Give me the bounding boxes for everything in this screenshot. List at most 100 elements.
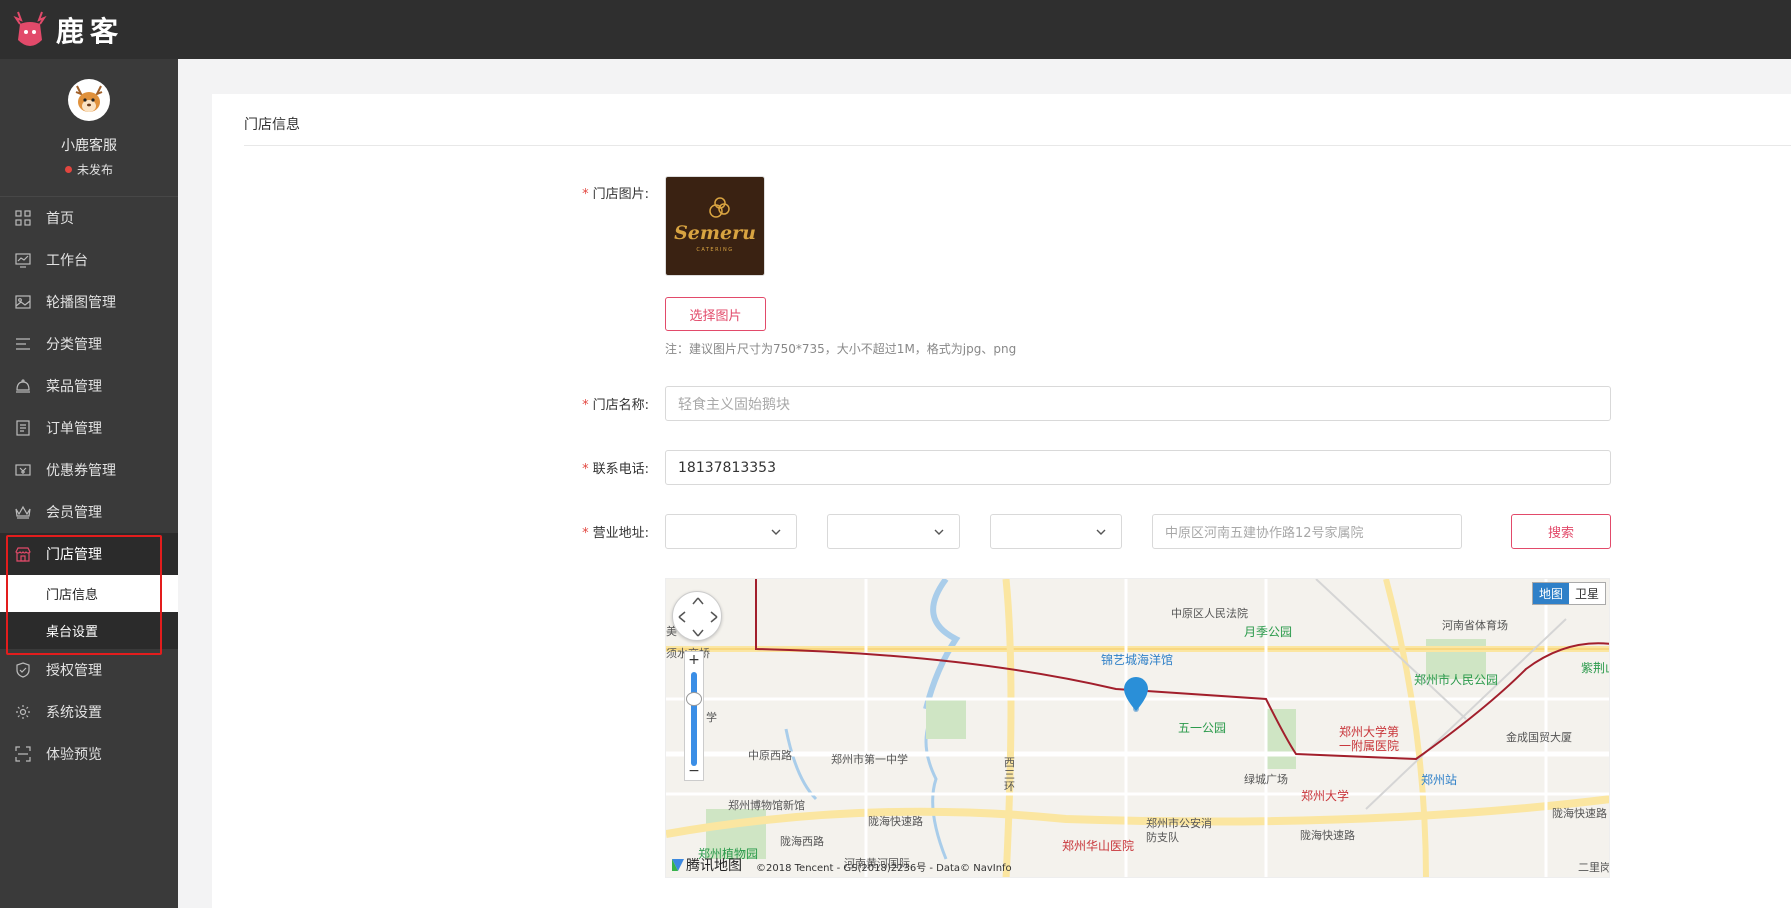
monitor-chart-icon bbox=[14, 251, 32, 269]
page-title: 门店信息 bbox=[244, 117, 300, 133]
menu-item-carousel[interactable]: 轮播图管理 bbox=[0, 281, 178, 323]
required-mark: * bbox=[582, 398, 589, 413]
menu-item-label: 系统设置 bbox=[46, 705, 102, 721]
district-select[interactable] bbox=[990, 514, 1122, 549]
phone-input[interactable]: 18137813353 bbox=[665, 450, 1611, 485]
map-label: 郑州市人民公园 bbox=[1414, 673, 1499, 687]
required-mark: * bbox=[582, 462, 589, 477]
image-icon bbox=[14, 293, 32, 311]
city-select[interactable] bbox=[827, 514, 960, 549]
name-label: * 门店名称: bbox=[529, 394, 649, 413]
zoom-in-icon[interactable]: + bbox=[685, 652, 703, 668]
map-zoom-control[interactable]: + − bbox=[684, 651, 704, 781]
menu-item-workbench[interactable]: 工作台 bbox=[0, 239, 178, 281]
publish-status: 未发布 bbox=[64, 161, 113, 178]
map-label: 金成国贸大厦 bbox=[1506, 731, 1572, 744]
choose-image-button[interactable]: 选择图片 bbox=[665, 297, 766, 331]
map-label: 陇海西路 bbox=[780, 835, 824, 848]
menu-item-orders[interactable]: 订单管理 bbox=[0, 407, 178, 449]
required-mark: * bbox=[582, 187, 589, 202]
main-panel: 门店信息 * 门店图片: Semeru CATERING 选择图片 注：建议图片尺… bbox=[212, 94, 1791, 908]
menu-item-label: 订单管理 bbox=[46, 421, 102, 437]
gear-icon bbox=[14, 703, 32, 721]
map-label: 学 bbox=[706, 711, 717, 724]
menu-item-label: 会员管理 bbox=[46, 505, 102, 521]
map-view[interactable]: 中原区人民法院 月季公园 河南省体育场 锦艺城海洋馆 郑州市人民公园 紫荆山 须… bbox=[665, 578, 1610, 878]
submenu-item-store-info[interactable]: 门店信息 bbox=[0, 575, 178, 612]
status-dot-icon bbox=[64, 166, 72, 173]
zoom-slider-handle[interactable] bbox=[686, 692, 702, 706]
list-icon bbox=[14, 335, 32, 353]
zoom-track bbox=[691, 672, 697, 766]
map-pan-control[interactable] bbox=[672, 591, 722, 641]
menu-item-authorization[interactable]: 授权管理 bbox=[0, 649, 178, 691]
store-icon bbox=[14, 545, 32, 563]
address-label-text: 营业地址: bbox=[592, 526, 649, 541]
main-menu-lower: 授权管理 系统设置 体验预览 bbox=[0, 649, 178, 775]
map-label: 郑州华山医院 bbox=[1062, 839, 1135, 853]
menu-item-coupons[interactable]: 优惠券管理 bbox=[0, 449, 178, 491]
map-type-map[interactable]: 地图 bbox=[1532, 583, 1569, 604]
map-label: 五一公园 bbox=[1178, 721, 1227, 735]
publish-status-text: 未发布 bbox=[76, 163, 113, 177]
map-type-satellite[interactable]: 卫星 bbox=[1569, 583, 1605, 604]
submenu-item-table-settings[interactable]: 桌台设置 bbox=[0, 612, 178, 649]
menu-item-store[interactable]: 门店管理 bbox=[0, 533, 178, 575]
main-menu: 首页 工作台 轮播图管理 分类管理 菜品管理 订单管理 优惠券管理 会员管理 门… bbox=[0, 197, 178, 575]
search-button[interactable]: 搜索 bbox=[1511, 514, 1611, 549]
menu-item-category[interactable]: 分类管理 bbox=[0, 323, 178, 365]
sidebar: 小鹿客服 未发布 首页 工作台 轮播图管理 分类管理 菜品管理 订单管理 优惠券… bbox=[0, 59, 178, 908]
map-label: 绿城广场 bbox=[1244, 773, 1288, 786]
phone-label-text: 联系电话: bbox=[592, 462, 649, 477]
zoom-out-icon[interactable]: − bbox=[685, 764, 703, 780]
tencent-map-icon bbox=[672, 859, 684, 871]
user-profile: 小鹿客服 未发布 bbox=[0, 59, 178, 197]
cloche-icon bbox=[14, 377, 32, 395]
menu-item-label: 优惠券管理 bbox=[46, 463, 116, 479]
address-label: * 营业地址: bbox=[529, 522, 649, 541]
menu-item-dishes[interactable]: 菜品管理 bbox=[0, 365, 178, 407]
map-label: 郑州市第一中学 bbox=[831, 753, 908, 766]
map-label: 二里岗 bbox=[1578, 861, 1610, 874]
map-label: 月季公园 bbox=[1244, 625, 1293, 639]
menu-item-label: 分类管理 bbox=[46, 337, 102, 353]
store-logo-image: Semeru CATERING bbox=[674, 197, 756, 253]
map-label: 郑州站 bbox=[1421, 773, 1458, 787]
deer-avatar-icon bbox=[75, 85, 103, 112]
document-icon bbox=[14, 419, 32, 437]
app-brand: 鹿客 bbox=[56, 14, 125, 48]
store-name-input[interactable]: 轻食主义固始鹅块 bbox=[665, 386, 1611, 421]
province-select[interactable] bbox=[665, 514, 797, 549]
crown-icon bbox=[14, 503, 32, 521]
user-name: 小鹿客服 bbox=[61, 138, 117, 154]
store-image[interactable]: Semeru CATERING bbox=[665, 176, 765, 276]
map-brand[interactable]: 腾讯地图 bbox=[670, 855, 742, 875]
store-submenu: 门店信息 桌台设置 bbox=[0, 575, 178, 649]
menu-item-label: 体验预览 bbox=[46, 747, 102, 763]
map-label: 郑州大学 bbox=[1301, 789, 1350, 803]
menu-item-home[interactable]: 首页 bbox=[0, 197, 178, 239]
map-brand-text: 腾讯地图 bbox=[686, 858, 742, 874]
map-label: 河南省体育场 bbox=[1442, 619, 1508, 632]
title-divider bbox=[244, 145, 1791, 146]
store-logo-subtext: CATERING bbox=[696, 247, 733, 253]
app-logo[interactable]: 鹿客 bbox=[12, 6, 124, 54]
map-label: 西三环 bbox=[1004, 756, 1015, 793]
image-label: * 门店图片: bbox=[529, 183, 649, 202]
coupon-icon bbox=[14, 461, 32, 479]
deer-logo-icon bbox=[13, 11, 47, 46]
menu-item-preview[interactable]: 体验预览 bbox=[0, 733, 178, 775]
map-type-toggle: 地图 卫星 bbox=[1531, 582, 1606, 605]
map-label: 中原西路 bbox=[748, 749, 792, 762]
menu-item-system-settings[interactable]: 系统设置 bbox=[0, 691, 178, 733]
chevron-down-icon bbox=[1096, 529, 1106, 535]
phone-label: * 联系电话: bbox=[529, 458, 649, 477]
menu-item-members[interactable]: 会员管理 bbox=[0, 491, 178, 533]
map-label: 郑州大学第一附属医院 bbox=[1339, 725, 1400, 753]
avatar[interactable] bbox=[68, 79, 110, 121]
address-input[interactable]: 中原区河南五建协作路12号家属院 bbox=[1152, 514, 1462, 549]
map-label: 中原区人民法院 bbox=[1171, 607, 1248, 620]
map-label: 陇海快速路 bbox=[1300, 829, 1355, 842]
required-mark: * bbox=[582, 526, 589, 541]
map-label: 紫荆山 bbox=[1581, 661, 1609, 675]
